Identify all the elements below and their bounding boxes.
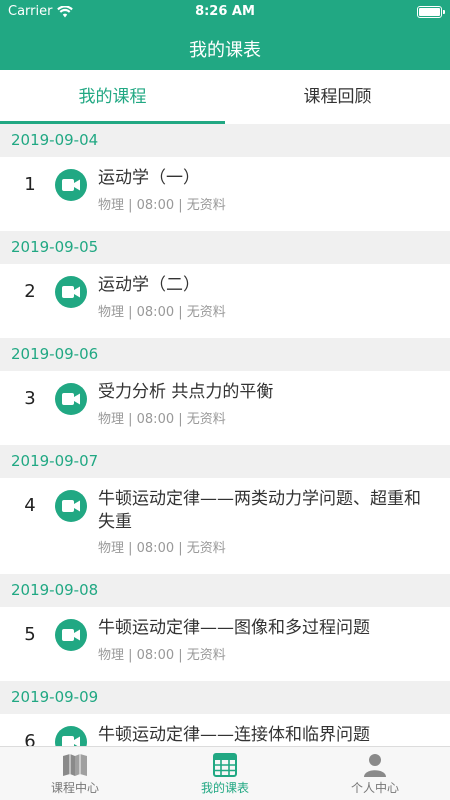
date-header: 2019-09-09 xyxy=(0,681,450,714)
video-camera-icon xyxy=(55,490,87,522)
tabbar-my-schedule[interactable]: 我的课表 xyxy=(150,747,300,800)
course-meta: 物理 | 08:00 | 无资料 xyxy=(98,541,226,556)
course-title: 运动学（二） xyxy=(98,275,200,295)
video-camera-icon xyxy=(55,619,87,651)
date-header: 2019-09-07 xyxy=(0,445,450,478)
battery-icon xyxy=(417,6,445,18)
date-header: 2019-09-05 xyxy=(0,231,450,264)
course-number: 4 xyxy=(24,495,36,516)
video-camera-icon xyxy=(55,276,87,308)
course-item[interactable]: 5 牛顿运动定律——图像和多过程问题 物理 | 08:00 | 无资料 xyxy=(0,607,450,681)
course-title: 牛顿运动定律——图像和多过程问题 xyxy=(98,618,370,638)
tabbar-label: 我的课表 xyxy=(200,781,249,795)
video-camera-icon xyxy=(55,383,87,415)
calendar-grid-icon xyxy=(213,753,237,777)
course-item[interactable]: 6 牛顿运动定律——连接体和临界问题 xyxy=(0,714,450,746)
status-time: 8:26 AM xyxy=(195,4,255,19)
date-header: 2019-09-08 xyxy=(0,574,450,607)
course-title: 运动学（一） xyxy=(98,168,200,188)
header: Carrier 8:26 AM 我的课表 xyxy=(0,0,450,70)
app-screen: Carrier 8:26 AM 我的课表 我的课程 课程回顾 2019-09-0… xyxy=(0,0,450,800)
course-meta: 物理 | 08:00 | 无资料 xyxy=(98,648,226,663)
person-icon xyxy=(364,754,386,777)
tabbar-course-center[interactable]: 课程中心 xyxy=(0,747,150,800)
course-meta: 物理 | 08:00 | 无资料 xyxy=(98,198,226,213)
tab-my-courses[interactable]: 我的课程 xyxy=(0,70,225,124)
course-list[interactable]: 2019-09-04 1 运动学（一） 物理 | 08:00 | 无资料 201… xyxy=(0,124,450,746)
date-header: 2019-09-06 xyxy=(0,338,450,371)
status-bar: Carrier 8:26 AM xyxy=(0,0,450,24)
date-header: 2019-09-04 xyxy=(0,124,450,157)
course-number: 5 xyxy=(24,624,36,645)
course-title: 牛顿运动定律——连接体和临界问题 xyxy=(98,725,370,745)
course-number: 1 xyxy=(24,174,36,195)
course-title: 受力分析 共点力的平衡 xyxy=(98,382,274,402)
course-number: 6 xyxy=(24,731,36,746)
tabbar-label: 课程中心 xyxy=(50,781,99,795)
bottom-tab-bar: 课程中心 我的课表 个人中心 xyxy=(0,746,450,800)
course-title: 牛顿运动定律——两类动力学问题、超重和失重 xyxy=(98,489,421,532)
book-icon xyxy=(63,754,87,776)
tab-course-review[interactable]: 课程回顾 xyxy=(225,70,450,124)
course-item[interactable]: 2 运动学（二） 物理 | 08:00 | 无资料 xyxy=(0,264,450,338)
tabbar-label: 个人中心 xyxy=(350,781,399,795)
course-number: 2 xyxy=(24,281,36,302)
video-camera-icon xyxy=(55,169,87,201)
course-item[interactable]: 1 运动学（一） 物理 | 08:00 | 无资料 xyxy=(0,157,450,231)
segment-tabs: 我的课程 课程回顾 xyxy=(0,70,450,124)
course-meta: 物理 | 08:00 | 无资料 xyxy=(98,412,226,427)
page-title: 我的课表 xyxy=(189,40,261,61)
course-item[interactable]: 4 牛顿运动定律——两类动力学问题、超重和失重 物理 | 08:00 | 无资料 xyxy=(0,478,450,574)
course-meta: 物理 | 08:00 | 无资料 xyxy=(98,305,226,320)
course-number: 3 xyxy=(24,388,36,409)
course-item[interactable]: 3 受力分析 共点力的平衡 物理 | 08:00 | 无资料 xyxy=(0,371,450,445)
video-camera-icon xyxy=(55,726,87,746)
tabbar-profile[interactable]: 个人中心 xyxy=(300,747,450,800)
